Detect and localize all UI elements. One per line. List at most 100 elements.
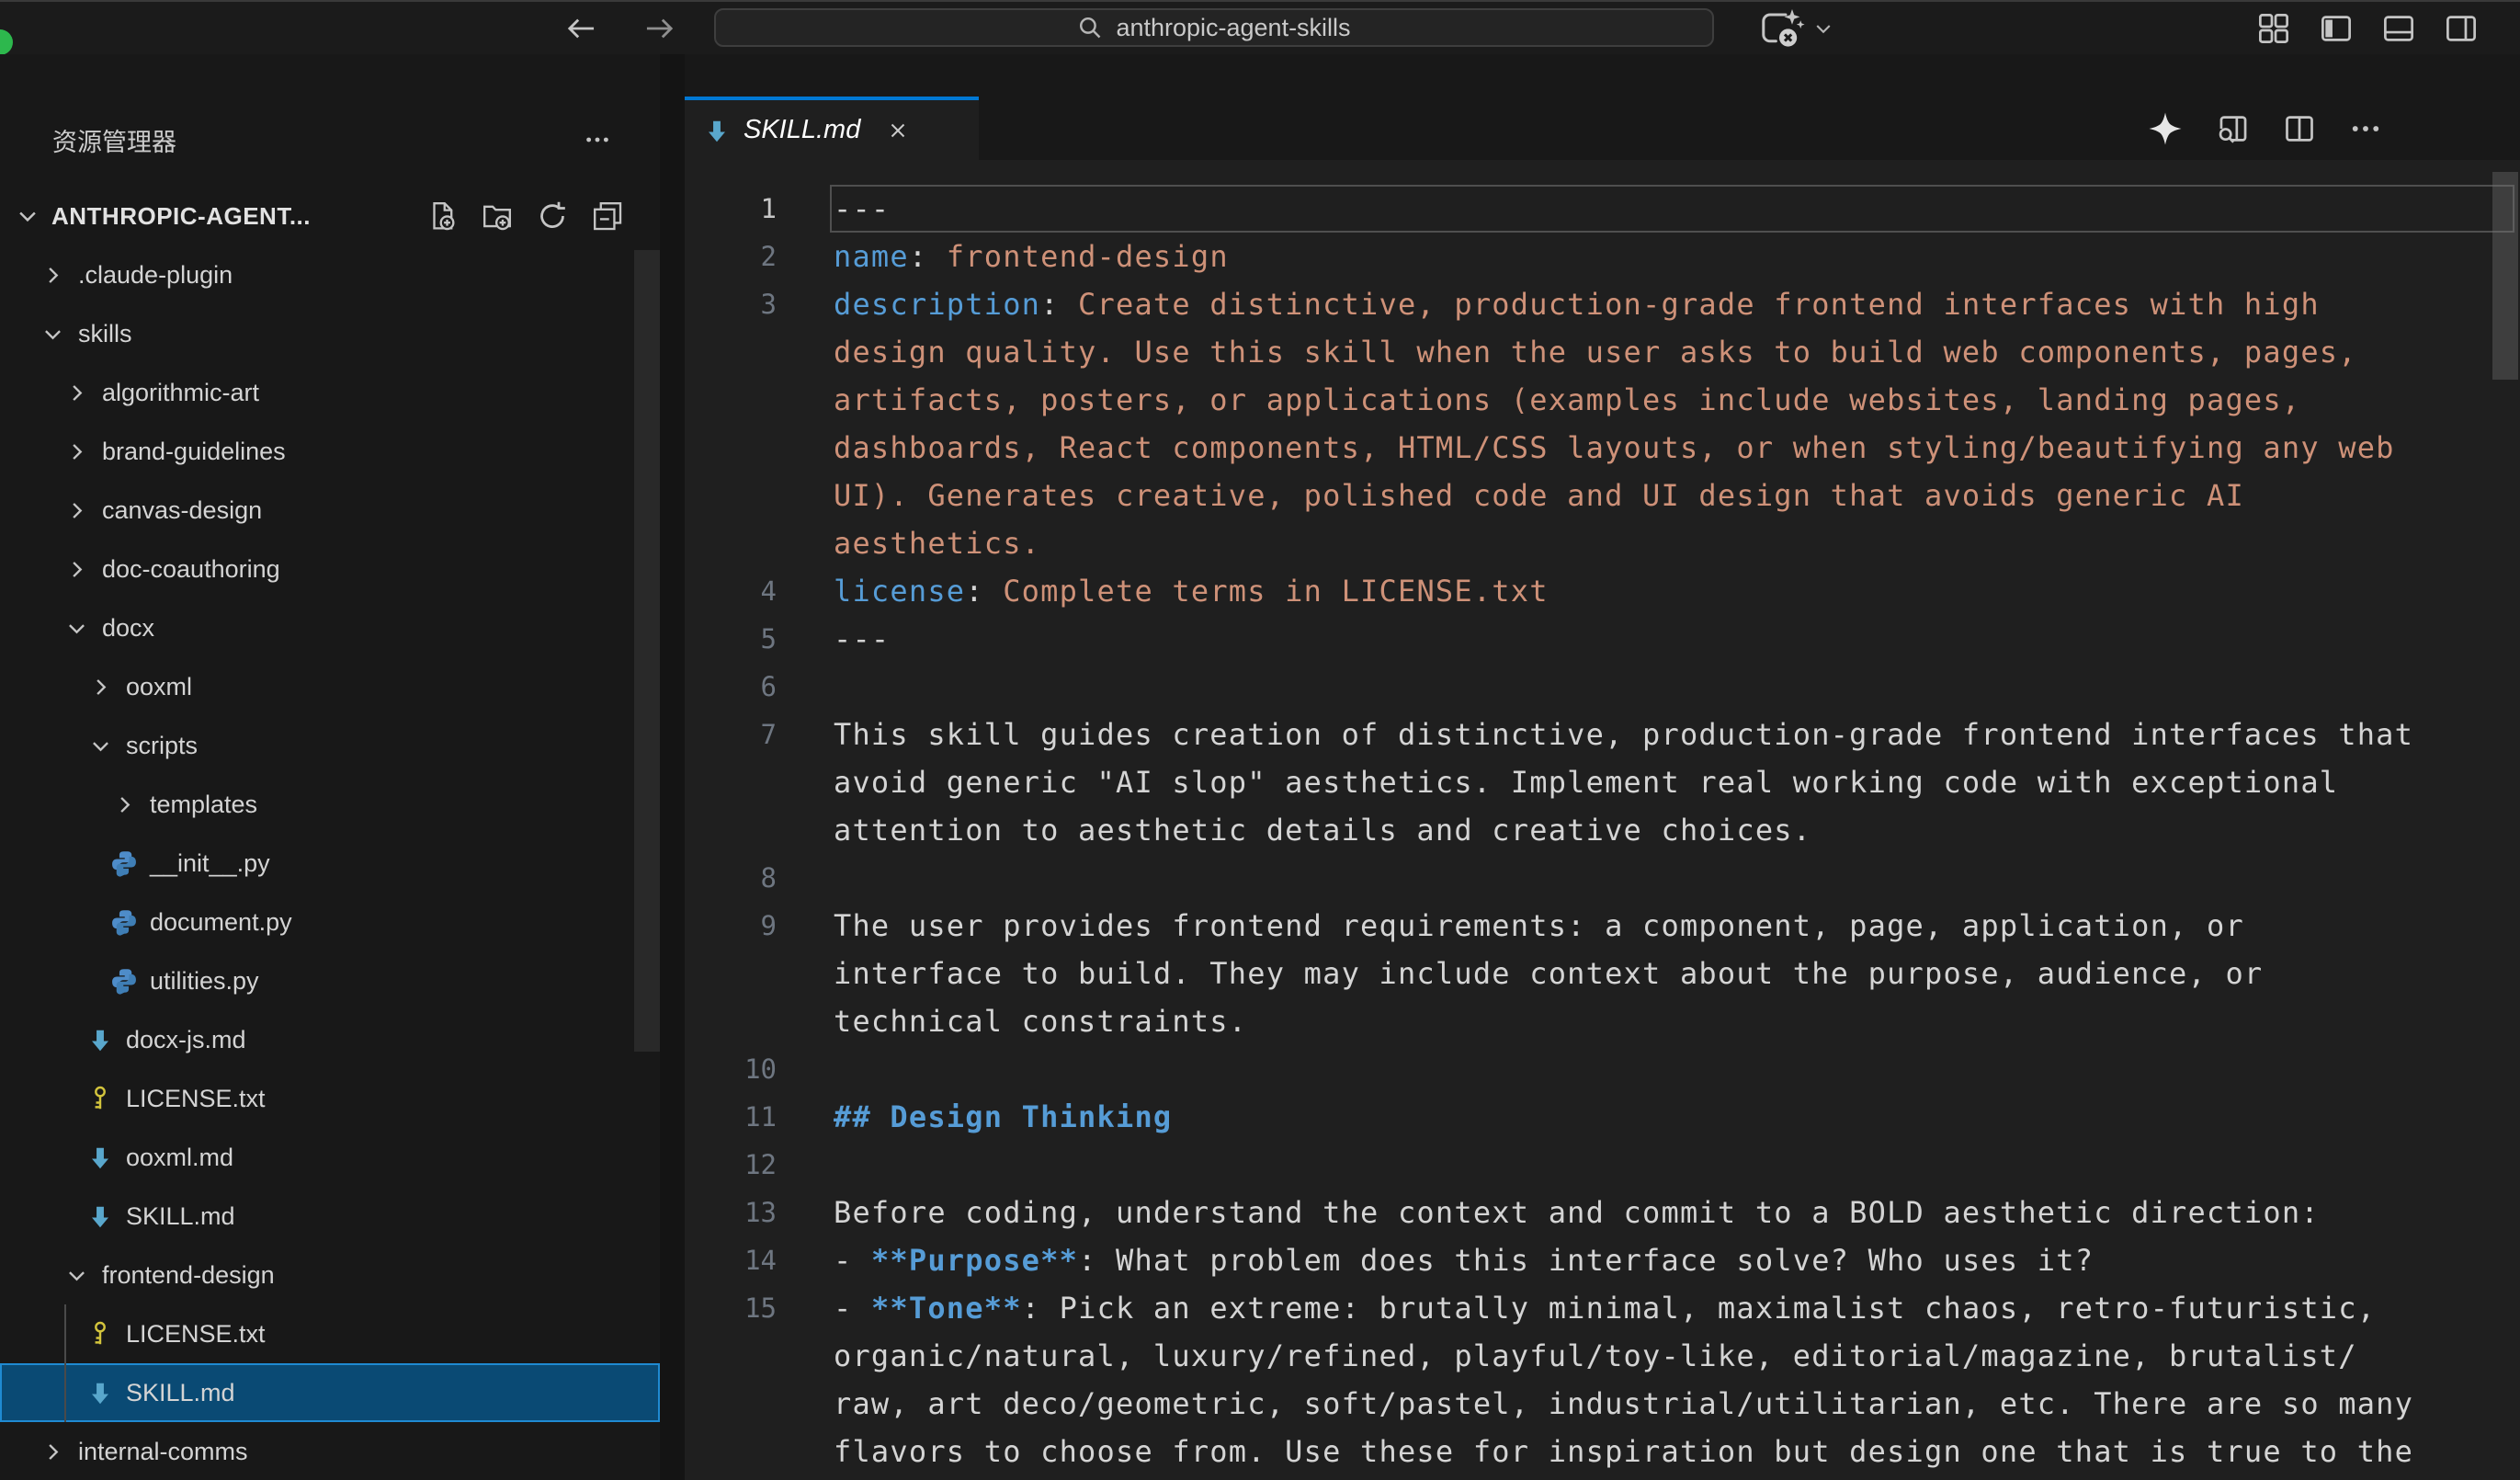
copilot-menu-button[interactable] [1757, 7, 1834, 50]
new-folder-icon[interactable] [482, 200, 513, 232]
tree-item-frontend-design[interactable]: frontend-design [0, 1246, 660, 1304]
tree-item-brand-guidelines[interactable]: brand-guidelines [0, 422, 660, 481]
line-number: 4 [685, 567, 777, 615]
tree-item-docx[interactable]: docx [0, 598, 660, 657]
tree-item-scripts[interactable]: scripts [0, 716, 660, 775]
refresh-icon[interactable] [537, 200, 568, 232]
code-line-9: 9The user provides frontend requirements… [685, 902, 2520, 950]
forward-arrow-icon[interactable] [644, 15, 675, 42]
back-arrow-icon[interactable] [565, 15, 596, 42]
code-line-3: 3description: Create distinctive, produc… [685, 280, 2520, 328]
code-text [777, 1141, 834, 1189]
ellipsis-icon[interactable] [584, 126, 611, 154]
tree-item-templates[interactable]: templates [0, 775, 660, 834]
tree-item-doc-coauthoring[interactable]: doc-coauthoring [0, 540, 660, 598]
code-text: - **Tone**: Pick an extreme: brutally mi… [777, 1284, 2376, 1332]
chevron-right-icon [64, 381, 89, 405]
tree-item-label: canvas-design [102, 496, 262, 525]
line-number: 7 [685, 711, 777, 758]
tab-bar: SKILL.md [685, 97, 2520, 160]
code-text: name: frontend-design [777, 233, 1229, 280]
code-line-wrap: attention to aesthetic details and creat… [685, 806, 2520, 854]
code-text: description: Create distinctive, product… [777, 280, 2320, 328]
code-text: ## Design Thinking [777, 1093, 1172, 1141]
history-nav [565, 2, 675, 54]
code-text: interface to build. They may include con… [777, 950, 2263, 997]
tree-item-document.py[interactable]: document.py [0, 893, 660, 951]
toggle-primary-sidebar-icon[interactable] [2320, 12, 2353, 45]
traffic-light-green[interactable] [0, 29, 13, 55]
tree-item-label: LICENSE.txt [126, 1320, 266, 1349]
code-line-5: 5--- [685, 615, 2520, 663]
python-icon [110, 908, 138, 936]
markdown-icon [86, 1202, 114, 1230]
code-line-10: 10 [685, 1045, 2520, 1093]
tree-item-label: .claude-plugin [78, 261, 233, 290]
chevron-right-icon [40, 263, 65, 288]
line-number: 8 [685, 854, 777, 902]
markdown-icon [86, 1144, 114, 1171]
line-number: 15 [685, 1284, 777, 1332]
vscode-window: anthropic-agent-skills [0, 0, 2520, 1480]
tree-item-utilities.py[interactable]: utilities.py [0, 951, 660, 1010]
line-number: 3 [685, 280, 777, 328]
code-editor[interactable]: 1---2name: frontend-design3description: … [685, 160, 2520, 1480]
tab-skill-md[interactable]: SKILL.md [685, 97, 979, 160]
sparkle-icon[interactable] [2147, 110, 2184, 147]
tree-item-label: document.py [150, 908, 292, 937]
sidebar-resize-sash[interactable] [660, 54, 685, 1480]
tree-item-docx-js.md[interactable]: docx-js.md [0, 1010, 660, 1069]
python-icon [110, 967, 138, 995]
code-text: technical constraints. [777, 997, 1247, 1045]
chevron-down-icon [40, 322, 65, 347]
tree-item-label: brand-guidelines [102, 438, 286, 466]
toggle-panel-icon[interactable] [2382, 12, 2415, 45]
tree-item-label: SKILL.md [126, 1202, 235, 1231]
collapse-all-icon[interactable] [592, 200, 623, 232]
explorer-actions [426, 200, 660, 232]
open-preview-icon[interactable] [2217, 112, 2250, 145]
customize-layout-icon[interactable] [2257, 12, 2290, 45]
sidebar-scrollbar[interactable] [634, 250, 660, 1052]
new-file-icon[interactable] [426, 200, 458, 232]
tree-item-skill.md[interactable]: SKILL.md [0, 1187, 660, 1246]
code-line-wrap: organic/natural, luxury/refined, playful… [685, 1332, 2520, 1380]
tree-item-label: docx [102, 614, 154, 643]
code-line-2: 2name: frontend-design [685, 233, 2520, 280]
tree-item-license.txt[interactable]: LICENSE.txt [0, 1069, 660, 1128]
editor-scrollbar[interactable] [2492, 172, 2518, 380]
workspace-section-header[interactable]: ANTHROPIC-AGENT... [0, 190, 660, 242]
close-icon[interactable] [886, 119, 910, 142]
line-number [685, 758, 777, 806]
tree-item-license.txt[interactable]: LICENSE.txt [0, 1304, 660, 1363]
command-center-search[interactable]: anthropic-agent-skills [714, 8, 1714, 47]
tree-item-algorithmic-art[interactable]: algorithmic-art [0, 363, 660, 422]
editor-actions [2147, 97, 2382, 160]
tree-item-.claude-plugin[interactable]: .claude-plugin [0, 245, 660, 304]
tree-item-skills[interactable]: skills [0, 304, 660, 363]
line-number: 12 [685, 1141, 777, 1189]
tree-item-canvas-design[interactable]: canvas-design [0, 481, 660, 540]
tree-item-internal-comms[interactable]: internal-comms [0, 1422, 660, 1480]
markdown-icon [86, 1026, 114, 1053]
chevron-right-icon [88, 675, 113, 700]
tree-item-label: SKILL.md [126, 1379, 235, 1407]
more-actions-icon[interactable] [2349, 112, 2382, 145]
explorer-title: 资源管理器 [52, 122, 176, 158]
tree-item-ooxml.md[interactable]: ooxml.md [0, 1128, 660, 1187]
split-editor-icon[interactable] [2283, 112, 2316, 145]
tree-item-label: ooxml.md [126, 1144, 233, 1172]
tree-item-skill.md[interactable]: SKILL.md [0, 1363, 660, 1422]
key-icon [86, 1085, 114, 1112]
toggle-secondary-sidebar-icon[interactable] [2445, 12, 2478, 45]
code-text: avoid generic "AI slop" aesthetics. Impl… [777, 758, 2338, 806]
line-number: 6 [685, 663, 777, 711]
code-line-12: 12 [685, 1141, 2520, 1189]
line-number [685, 424, 777, 472]
code-text: dashboards, React components, HTML/CSS l… [777, 424, 2395, 472]
code-text: license: Complete terms in LICENSE.txt [777, 567, 1549, 615]
key-icon [86, 1320, 114, 1348]
tree-item---init--.py[interactable]: __init__.py [0, 834, 660, 893]
tree-item-label: skills [78, 320, 132, 348]
tree-item-ooxml[interactable]: ooxml [0, 657, 660, 716]
